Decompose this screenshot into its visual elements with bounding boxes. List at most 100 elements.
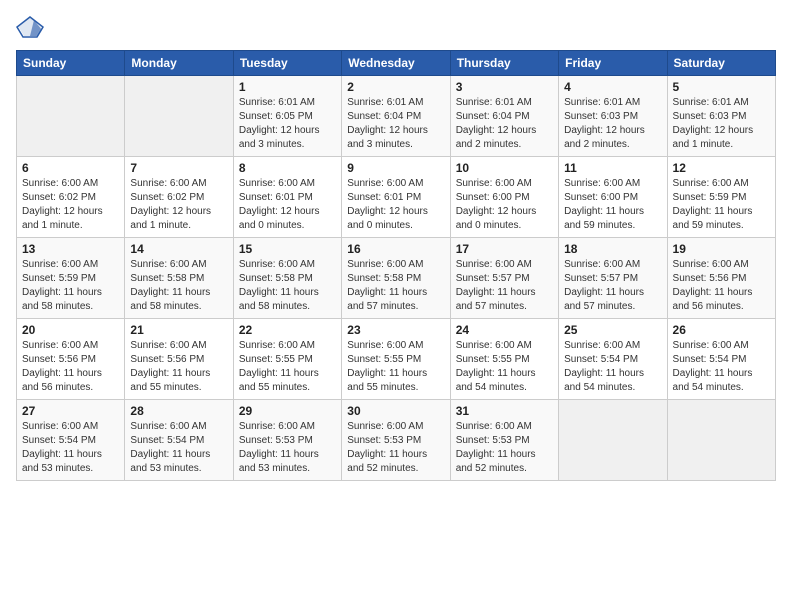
day-info: Sunrise: 6:00 AM Sunset: 5:53 PM Dayligh… (239, 420, 336, 476)
day-number: 13 (22, 242, 119, 256)
day-number: 1 (239, 80, 336, 94)
day-info: Sunrise: 6:00 AM Sunset: 5:53 PM Dayligh… (347, 420, 444, 476)
calendar-cell: 15 Sunrise: 6:00 AM Sunset: 5:58 PM Dayli… (233, 238, 341, 319)
day-number: 22 (239, 323, 336, 337)
day-info: Sunrise: 6:00 AM Sunset: 5:56 PM Dayligh… (673, 258, 770, 314)
day-number: 25 (564, 323, 661, 337)
day-number: 14 (130, 242, 227, 256)
day-info: Sunrise: 6:00 AM Sunset: 5:59 PM Dayligh… (22, 258, 119, 314)
calendar-cell: 28Sunrise: 6:00 AM Sunset: 5:54 PM Dayli… (125, 400, 233, 481)
day-info: Sunrise: 6:00 AM Sunset: 6:01 PM Dayligh… (347, 177, 444, 233)
calendar-cell: 26 Sunrise: 6:00 AM Sunset: 5:54 PM Dayli… (667, 319, 775, 400)
header (16, 16, 776, 38)
day-number: 21 (130, 323, 227, 337)
day-info: Sunrise: 6:00 AM Sunset: 5:55 PM Dayligh… (347, 339, 444, 395)
calendar-cell (125, 76, 233, 157)
calendar-cell: 27 Sunrise: 6:00 AM Sunset: 5:54 PM Dayli… (17, 400, 125, 481)
weekday-header-sunday: Sunday (17, 51, 125, 76)
calendar-cell: 9 Sunrise: 6:00 AM Sunset: 6:01 PM Daylig… (342, 157, 450, 238)
day-info: Sunrise: 6:00 AM Sunset: 5:56 PM Dayligh… (130, 339, 227, 395)
day-info: Sunrise: 6:00 AM Sunset: 6:02 PM Dayligh… (22, 177, 119, 233)
day-number: 26 (673, 323, 770, 337)
day-info: Sunrise: 6:01 AM Sunset: 6:03 PM Dayligh… (564, 96, 661, 152)
calendar-week-4: 20 Sunrise: 6:00 AM Sunset: 5:56 PM Dayli… (17, 319, 776, 400)
weekday-header-monday: Monday (125, 51, 233, 76)
day-number: 16 (347, 242, 444, 256)
calendar-cell: 2 Sunrise: 6:01 AM Sunset: 6:04 PM Daylig… (342, 76, 450, 157)
calendar-cell: 3 Sunrise: 6:01 AM Sunset: 6:04 PM Daylig… (450, 76, 558, 157)
calendar-header: SundayMondayTuesdayWednesdayThursdayFrid… (17, 51, 776, 76)
weekday-header-tuesday: Tuesday (233, 51, 341, 76)
calendar-cell: 31 Sunrise: 6:00 AM Sunset: 5:53 PM Dayli… (450, 400, 558, 481)
day-info: Sunrise: 6:00 AM Sunset: 6:00 PM Dayligh… (456, 177, 553, 233)
calendar-cell: 7Sunrise: 6:00 AM Sunset: 6:02 PM Daylig… (125, 157, 233, 238)
calendar-cell: 13 Sunrise: 6:00 AM Sunset: 5:59 PM Dayli… (17, 238, 125, 319)
day-info: Sunrise: 6:00 AM Sunset: 5:56 PM Dayligh… (22, 339, 119, 395)
calendar-body: 1 Sunrise: 6:01 AM Sunset: 6:05 PM Daylig… (17, 76, 776, 481)
calendar-cell: 30Sunrise: 6:00 AM Sunset: 5:53 PM Dayli… (342, 400, 450, 481)
calendar-cell: 20 Sunrise: 6:00 AM Sunset: 5:56 PM Dayli… (17, 319, 125, 400)
day-number: 3 (456, 80, 553, 94)
day-number: 17 (456, 242, 553, 256)
day-number: 2 (347, 80, 444, 94)
day-number: 10 (456, 161, 553, 175)
day-number: 18 (564, 242, 661, 256)
day-info: Sunrise: 6:00 AM Sunset: 5:53 PM Dayligh… (456, 420, 553, 476)
day-number: 5 (673, 80, 770, 94)
day-number: 23 (347, 323, 444, 337)
calendar-cell: 24Sunrise: 6:00 AM Sunset: 5:55 PM Dayli… (450, 319, 558, 400)
calendar-cell: 11 Sunrise: 6:00 AM Sunset: 6:00 PM Dayli… (559, 157, 667, 238)
calendar-cell: 5Sunrise: 6:01 AM Sunset: 6:03 PM Daylig… (667, 76, 775, 157)
calendar-table: SundayMondayTuesdayWednesdayThursdayFrid… (16, 50, 776, 481)
day-info: Sunrise: 6:00 AM Sunset: 5:58 PM Dayligh… (130, 258, 227, 314)
day-info: Sunrise: 6:01 AM Sunset: 6:04 PM Dayligh… (347, 96, 444, 152)
calendar-cell: 16 Sunrise: 6:00 AM Sunset: 5:58 PM Dayli… (342, 238, 450, 319)
day-info: Sunrise: 6:01 AM Sunset: 6:04 PM Dayligh… (456, 96, 553, 152)
day-number: 6 (22, 161, 119, 175)
calendar-week-3: 13 Sunrise: 6:00 AM Sunset: 5:59 PM Dayli… (17, 238, 776, 319)
calendar-cell (559, 400, 667, 481)
calendar-cell: 22Sunrise: 6:00 AM Sunset: 5:55 PM Dayli… (233, 319, 341, 400)
page: SundayMondayTuesdayWednesdayThursdayFrid… (0, 0, 792, 612)
calendar-week-5: 27 Sunrise: 6:00 AM Sunset: 5:54 PM Dayli… (17, 400, 776, 481)
day-number: 4 (564, 80, 661, 94)
day-info: Sunrise: 6:00 AM Sunset: 5:59 PM Dayligh… (673, 177, 770, 233)
day-info: Sunrise: 6:00 AM Sunset: 5:58 PM Dayligh… (239, 258, 336, 314)
calendar-cell: 21 Sunrise: 6:00 AM Sunset: 5:56 PM Dayli… (125, 319, 233, 400)
logo-icon (16, 16, 44, 38)
day-number: 15 (239, 242, 336, 256)
calendar-cell: 29Sunrise: 6:00 AM Sunset: 5:53 PM Dayli… (233, 400, 341, 481)
calendar-cell: 1 Sunrise: 6:01 AM Sunset: 6:05 PM Daylig… (233, 76, 341, 157)
calendar-cell: 8Sunrise: 6:00 AM Sunset: 6:01 PM Daylig… (233, 157, 341, 238)
calendar-cell: 4 Sunrise: 6:01 AM Sunset: 6:03 PM Daylig… (559, 76, 667, 157)
calendar-week-2: 6 Sunrise: 6:00 AM Sunset: 6:02 PM Daylig… (17, 157, 776, 238)
calendar-cell: 18 Sunrise: 6:00 AM Sunset: 5:57 PM Dayli… (559, 238, 667, 319)
calendar-cell: 12 Sunrise: 6:00 AM Sunset: 5:59 PM Dayli… (667, 157, 775, 238)
day-info: Sunrise: 6:00 AM Sunset: 6:02 PM Dayligh… (130, 177, 227, 233)
day-number: 11 (564, 161, 661, 175)
calendar-cell: 23 Sunrise: 6:00 AM Sunset: 5:55 PM Dayli… (342, 319, 450, 400)
day-info: Sunrise: 6:00 AM Sunset: 5:58 PM Dayligh… (347, 258, 444, 314)
calendar-cell: 19Sunrise: 6:00 AM Sunset: 5:56 PM Dayli… (667, 238, 775, 319)
day-number: 27 (22, 404, 119, 418)
day-number: 20 (22, 323, 119, 337)
weekday-header-row: SundayMondayTuesdayWednesdayThursdayFrid… (17, 51, 776, 76)
weekday-header-friday: Friday (559, 51, 667, 76)
day-number: 12 (673, 161, 770, 175)
day-info: Sunrise: 6:00 AM Sunset: 5:54 PM Dayligh… (22, 420, 119, 476)
calendar-cell: 25 Sunrise: 6:00 AM Sunset: 5:54 PM Dayli… (559, 319, 667, 400)
day-number: 9 (347, 161, 444, 175)
day-number: 31 (456, 404, 553, 418)
day-info: Sunrise: 6:00 AM Sunset: 5:54 PM Dayligh… (130, 420, 227, 476)
logo (16, 16, 48, 38)
day-info: Sunrise: 6:00 AM Sunset: 5:57 PM Dayligh… (564, 258, 661, 314)
day-info: Sunrise: 6:00 AM Sunset: 5:54 PM Dayligh… (564, 339, 661, 395)
day-info: Sunrise: 6:00 AM Sunset: 5:57 PM Dayligh… (456, 258, 553, 314)
day-info: Sunrise: 6:00 AM Sunset: 5:54 PM Dayligh… (673, 339, 770, 395)
day-info: Sunrise: 6:01 AM Sunset: 6:05 PM Dayligh… (239, 96, 336, 152)
weekday-header-thursday: Thursday (450, 51, 558, 76)
calendar-cell (17, 76, 125, 157)
calendar-cell: 17 Sunrise: 6:00 AM Sunset: 5:57 PM Dayli… (450, 238, 558, 319)
calendar-cell: 14 Sunrise: 6:00 AM Sunset: 5:58 PM Dayli… (125, 238, 233, 319)
day-info: Sunrise: 6:00 AM Sunset: 6:00 PM Dayligh… (564, 177, 661, 233)
